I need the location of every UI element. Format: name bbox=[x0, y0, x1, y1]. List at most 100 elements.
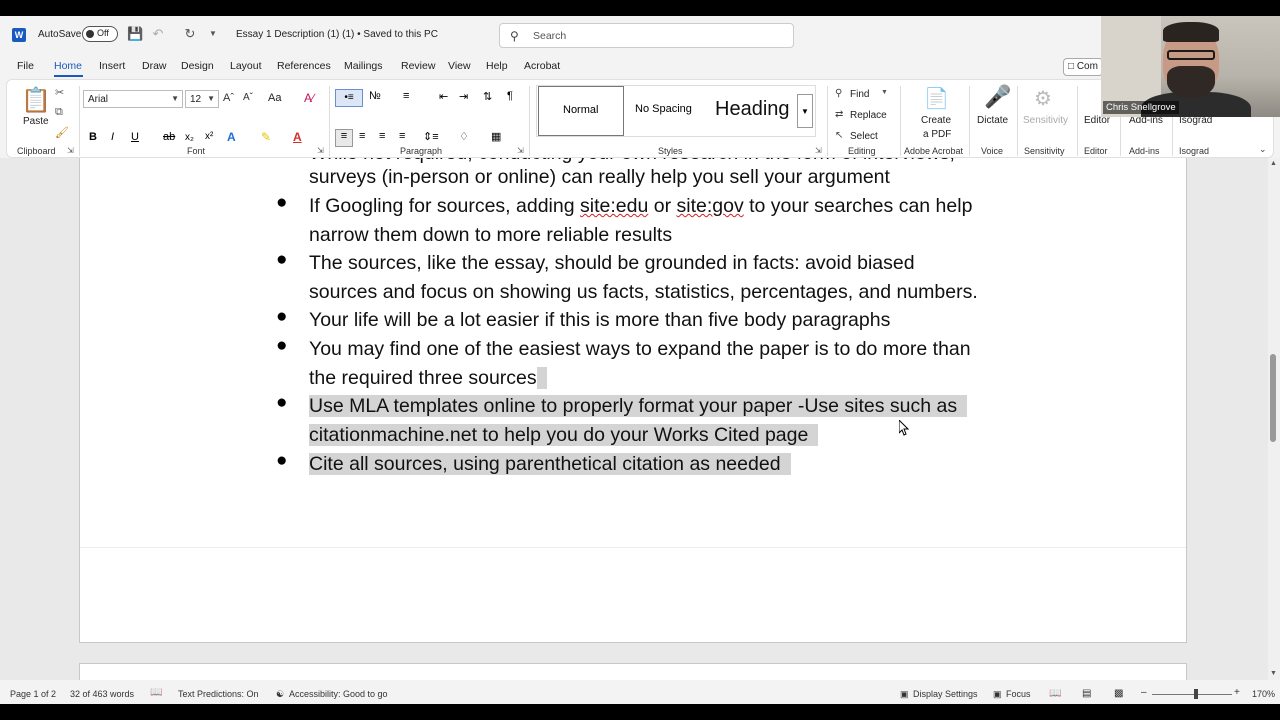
find-button[interactable]: Find bbox=[850, 89, 869, 100]
paragraph-launcher-icon[interactable]: ⇲ bbox=[517, 146, 524, 155]
style-normal[interactable]: Normal bbox=[538, 86, 624, 136]
dictate-label[interactable]: Dictate bbox=[977, 115, 1008, 126]
tab-view[interactable]: View bbox=[448, 60, 471, 72]
line-spacing-icon[interactable]: ⇕≡ bbox=[423, 130, 439, 143]
multilevel-list-icon[interactable]: ≡ bbox=[403, 90, 409, 102]
highlight-color-icon[interactable]: ✎ bbox=[261, 130, 271, 144]
tab-help[interactable]: Help bbox=[486, 60, 508, 72]
justify-icon[interactable]: ≡ bbox=[399, 130, 405, 142]
document-title[interactable]: Essay 1 Description (1) (1) • Saved to t… bbox=[236, 29, 438, 40]
increase-indent-icon[interactable]: ⇥ bbox=[459, 90, 468, 103]
print-layout-icon[interactable]: ▤ bbox=[1082, 688, 1091, 699]
strikethrough-icon[interactable]: ab bbox=[163, 131, 175, 143]
customize-toolbar-icon[interactable]: ▼ bbox=[205, 26, 221, 42]
shrink-font-icon[interactable]: Aˇ bbox=[243, 92, 253, 103]
shading-icon[interactable]: ♢ bbox=[459, 130, 469, 143]
document-area[interactable]: While not required, conducting your own … bbox=[0, 158, 1268, 680]
align-right-icon[interactable]: ≡ bbox=[379, 130, 385, 142]
proofing-icon[interactable]: 📖 bbox=[150, 687, 162, 698]
bold-icon[interactable]: B bbox=[89, 131, 97, 143]
paste-label[interactable]: Paste bbox=[23, 116, 49, 127]
microphone-icon[interactable]: 🎤 bbox=[984, 84, 1011, 112]
tab-acrobat[interactable]: Acrobat bbox=[524, 60, 560, 72]
accessibility-status[interactable]: Accessibility: Good to go bbox=[289, 689, 388, 699]
scroll-down-icon[interactable]: ▼ bbox=[1270, 670, 1277, 677]
zoom-in-icon[interactable]: + bbox=[1234, 687, 1240, 698]
autosave-toggle[interactable]: Off bbox=[82, 26, 118, 42]
sort-icon[interactable]: ⇅ bbox=[483, 90, 492, 103]
tab-home[interactable]: Home bbox=[54, 60, 82, 72]
font-family-select[interactable]: Arial ▼ bbox=[83, 90, 183, 108]
font-size-select[interactable]: 12 ▼ bbox=[185, 90, 219, 108]
borders-icon[interactable]: ▦ bbox=[491, 130, 501, 143]
create-pdf-icon[interactable]: 📄 bbox=[924, 86, 949, 112]
style-no-spacing[interactable]: No Spacing bbox=[625, 86, 713, 136]
sensitivity-label[interactable]: Sensitivity bbox=[1023, 115, 1068, 126]
page[interactable] bbox=[79, 663, 1187, 680]
zoom-slider[interactable] bbox=[1152, 694, 1232, 695]
spelling-flag[interactable]: site:edu bbox=[580, 195, 648, 217]
format-painter-icon[interactable]: 🖌 bbox=[55, 126, 69, 139]
style-heading[interactable]: Heading bbox=[713, 86, 801, 136]
select-button[interactable]: Select bbox=[850, 131, 878, 142]
word-count[interactable]: 32 of 463 words bbox=[70, 689, 134, 699]
underline-icon[interactable]: U bbox=[131, 131, 139, 143]
sensitivity-icon[interactable]: ⚙ bbox=[1034, 86, 1052, 111]
zoom-out-icon[interactable]: – bbox=[1141, 687, 1147, 698]
tab-draw[interactable]: Draw bbox=[142, 60, 167, 72]
grow-font-icon[interactable]: Aˆ bbox=[223, 92, 234, 104]
superscript-icon[interactable]: x² bbox=[205, 131, 213, 142]
clipboard-launcher-icon[interactable]: ⇲ bbox=[67, 146, 74, 155]
tab-mailings[interactable]: Mailings bbox=[344, 60, 383, 72]
tab-references[interactable]: References bbox=[277, 60, 331, 72]
create-pdf-label-1[interactable]: Create bbox=[921, 115, 951, 126]
page[interactable]: While not required, conducting your own … bbox=[79, 158, 1187, 643]
numbering-icon[interactable]: № bbox=[369, 90, 381, 102]
replace-button[interactable]: Replace bbox=[850, 110, 887, 121]
copy-icon[interactable]: ⧉ bbox=[55, 106, 63, 119]
text-effects-icon[interactable]: A bbox=[227, 130, 236, 144]
undo-icon[interactable]: ↶ bbox=[150, 26, 166, 42]
tab-design[interactable]: Design bbox=[181, 60, 214, 72]
align-left-icon[interactable]: ≡ bbox=[335, 129, 353, 147]
paste-icon[interactable]: 📋 bbox=[21, 86, 51, 116]
text-predictions[interactable]: Text Predictions: On bbox=[178, 689, 259, 699]
align-center-icon[interactable]: ≡ bbox=[359, 130, 365, 142]
search-box[interactable]: ⚲ Search bbox=[499, 23, 794, 48]
decrease-indent-icon[interactable]: ⇤ bbox=[439, 90, 448, 103]
bullets-icon[interactable]: •≡ bbox=[335, 89, 363, 107]
collapse-ribbon-icon[interactable]: ⌄ bbox=[1259, 144, 1267, 155]
scroll-up-icon[interactable]: ▲ bbox=[1270, 160, 1277, 167]
spelling-flag[interactable]: site:gov bbox=[677, 195, 744, 217]
zoom-slider-thumb[interactable] bbox=[1194, 689, 1198, 699]
save-icon[interactable]: 💾 bbox=[127, 26, 143, 42]
clear-formatting-icon[interactable]: A∕ bbox=[304, 91, 314, 105]
zoom-level[interactable]: 170% bbox=[1252, 689, 1275, 699]
scroll-thumb[interactable] bbox=[1270, 354, 1276, 442]
comments-button[interactable]: □ Com bbox=[1063, 58, 1103, 76]
chevron-down-icon[interactable]: ▼ bbox=[881, 89, 888, 96]
font-launcher-icon[interactable]: ⇲ bbox=[317, 146, 324, 155]
focus-button[interactable]: Focus bbox=[1006, 689, 1031, 699]
page-count[interactable]: Page 1 of 2 bbox=[10, 689, 56, 699]
cut-icon[interactable]: ✂ bbox=[55, 86, 64, 99]
subscript-icon[interactable]: x₂ bbox=[185, 132, 194, 143]
accessibility-icon: ☯ bbox=[276, 689, 285, 699]
tab-file[interactable]: File bbox=[17, 60, 34, 72]
create-pdf-label-2[interactable]: a PDF bbox=[923, 129, 951, 140]
clipboard-group-label: Clipboard bbox=[17, 146, 56, 156]
tab-insert[interactable]: Insert bbox=[99, 60, 125, 72]
tab-layout[interactable]: Layout bbox=[230, 60, 262, 72]
vertical-scrollbar[interactable]: ▲ ▼ bbox=[1268, 158, 1280, 680]
styles-more-icon[interactable]: ▼ bbox=[797, 94, 813, 128]
web-layout-icon[interactable]: ▩ bbox=[1114, 688, 1123, 699]
redo-icon[interactable]: ↻ bbox=[182, 26, 198, 42]
italic-icon[interactable]: I bbox=[111, 131, 114, 143]
tab-review[interactable]: Review bbox=[401, 60, 435, 72]
styles-launcher-icon[interactable]: ⇲ bbox=[815, 146, 822, 155]
font-color-icon[interactable]: A bbox=[293, 130, 302, 144]
display-settings[interactable]: Display Settings bbox=[913, 689, 978, 699]
show-marks-icon[interactable]: ¶ bbox=[507, 90, 513, 102]
change-case-button[interactable]: Aa bbox=[268, 92, 281, 104]
read-mode-icon[interactable]: 📖 bbox=[1049, 688, 1061, 699]
